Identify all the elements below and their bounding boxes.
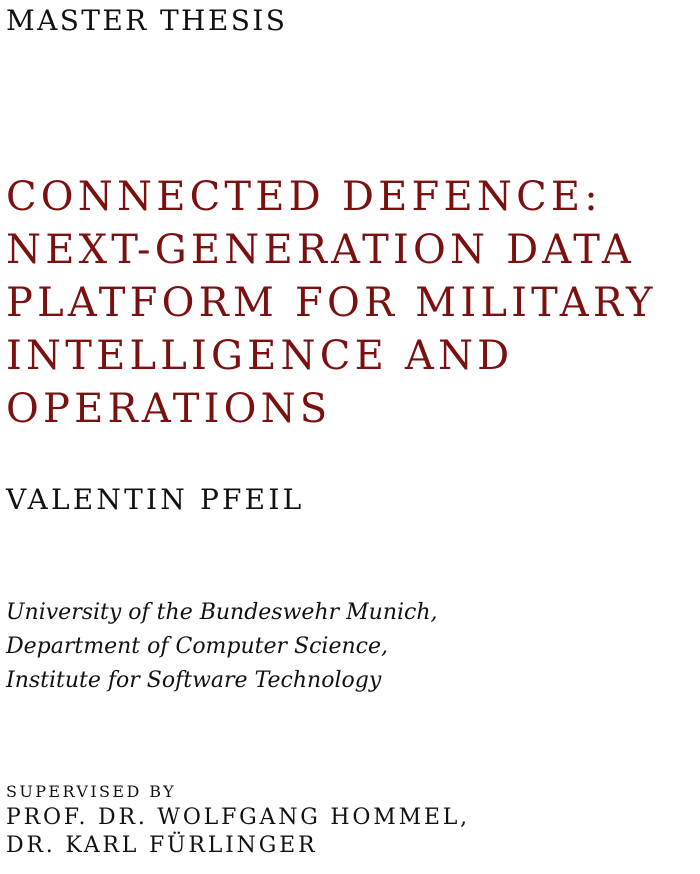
affiliation-institute: Institute for Software Technology bbox=[6, 668, 382, 693]
thesis-title-line: INTELLIGENCE AND bbox=[6, 333, 514, 380]
author-name: VALENTIN PFEIL bbox=[6, 483, 305, 516]
supervision-block: SUPERVISED BY PROF. DR. WOLFGANG HOMMEL,… bbox=[6, 780, 470, 860]
thesis-title-line: PLATFORM FOR MILITARY bbox=[6, 280, 657, 327]
document-type-label: MASTER THESIS bbox=[6, 4, 288, 37]
affiliation-university: University of the Bundeswehr Munich, bbox=[6, 600, 438, 625]
thesis-title-line: NEXT-GENERATION DATA bbox=[6, 227, 636, 274]
supervised-by-label: SUPERVISED BY bbox=[6, 782, 177, 801]
supervisor-name: DR. KARL FÜRLINGER bbox=[6, 833, 318, 858]
supervisor-name: PROF. DR. WOLFGANG HOMMEL, bbox=[6, 805, 470, 830]
affiliation-block: University of the Bundeswehr Munich, Dep… bbox=[6, 596, 438, 698]
affiliation-department: Department of Computer Science, bbox=[6, 634, 388, 659]
thesis-title: CONNECTED DEFENCE: NEXT-GENERATION DATA … bbox=[6, 171, 696, 436]
thesis-title-page: MASTER THESIS CONNECTED DEFENCE: NEXT-GE… bbox=[0, 0, 700, 874]
thesis-title-line: CONNECTED DEFENCE: bbox=[6, 174, 602, 221]
thesis-title-line: OPERATIONS bbox=[6, 386, 332, 433]
